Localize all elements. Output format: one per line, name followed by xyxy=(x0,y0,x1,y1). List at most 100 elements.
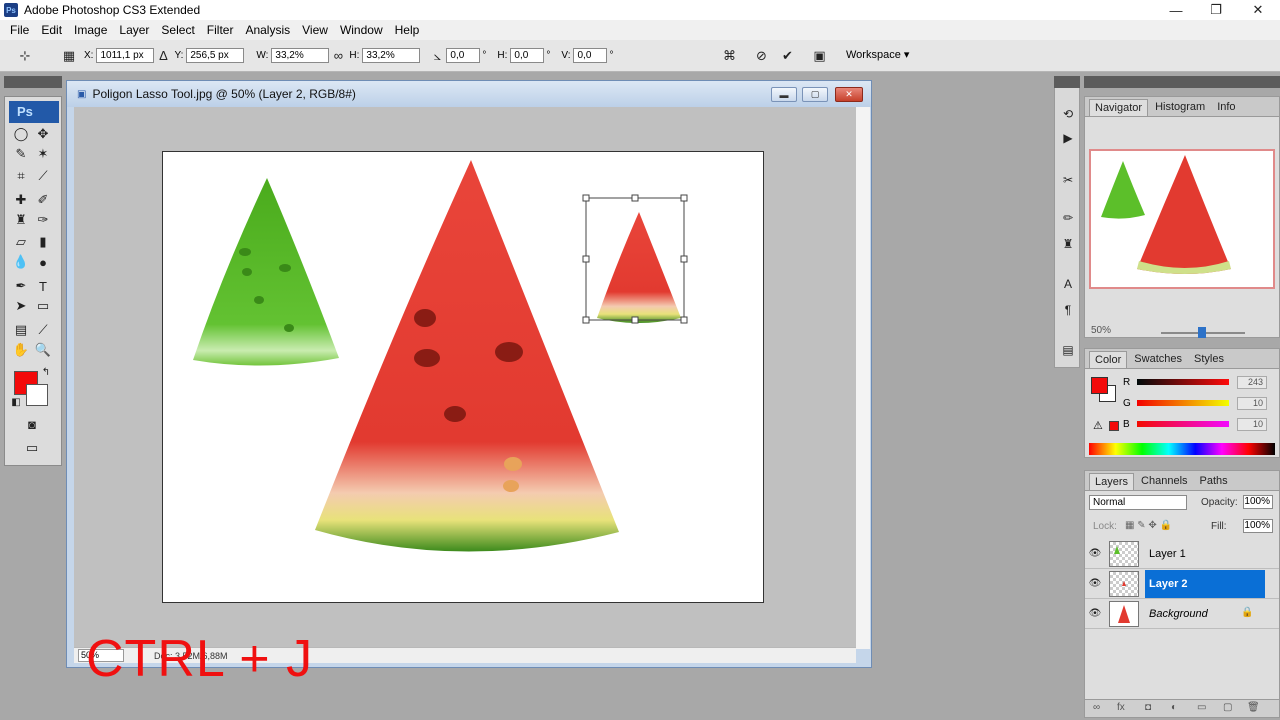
canvas[interactable] xyxy=(162,151,764,603)
layer-row[interactable]: 👁 Layer 2 xyxy=(1085,569,1279,599)
tab-color[interactable]: Color xyxy=(1089,351,1128,368)
default-colors-icon[interactable]: ◧ xyxy=(9,395,23,409)
vskew-field[interactable]: 0,0 xyxy=(573,48,608,63)
menu-image[interactable]: Image xyxy=(68,23,113,37)
quick-mask-icon[interactable]: ◙ xyxy=(22,415,42,433)
height-field[interactable]: 33,2% xyxy=(362,48,421,63)
move-tool-icon[interactable]: ✥ xyxy=(33,125,53,143)
gamut-warning-icon[interactable]: ⚠ xyxy=(1093,419,1103,432)
actions-panel-icon[interactable]: ▶ xyxy=(1059,129,1077,147)
cancel-transform-icon[interactable]: ⊘ xyxy=(752,47,770,65)
reference-point-icon[interactable]: ▦ xyxy=(60,47,78,65)
document-title-bar[interactable]: ▣ Poligon Lasso Tool.jpg @ 50% (Layer 2,… xyxy=(67,81,871,107)
background-color-swatch[interactable] xyxy=(26,384,48,406)
eraser-tool-icon[interactable]: ▱ xyxy=(11,233,31,251)
value-b[interactable]: 10 xyxy=(1237,417,1267,431)
crop-tool-icon[interactable]: ⌗ xyxy=(11,167,31,185)
lasso-tool-icon[interactable]: ✎ xyxy=(11,145,31,163)
link-layers-icon[interactable]: ∞ xyxy=(1093,702,1100,713)
slider-b[interactable] xyxy=(1137,421,1229,427)
slider-g[interactable] xyxy=(1137,400,1229,406)
menu-view[interactable]: View xyxy=(296,23,334,37)
bridge-icon[interactable]: ▣ xyxy=(810,47,828,65)
visibility-eye-icon[interactable]: 👁 xyxy=(1085,578,1105,589)
navigator-slider-thumb[interactable] xyxy=(1198,327,1206,338)
y-field[interactable]: 256,5 px xyxy=(186,48,245,63)
tool-presets-icon[interactable]: ✂ xyxy=(1059,171,1077,189)
rotate-field[interactable]: 0,0 xyxy=(446,48,481,63)
tab-paths[interactable]: Paths xyxy=(1195,473,1233,490)
brushes-panel-icon[interactable]: ✏ xyxy=(1059,209,1077,227)
clone-stamp-icon[interactable]: ♜ xyxy=(11,211,31,229)
warp-icon[interactable]: ⌘ xyxy=(720,47,738,65)
menu-file[interactable]: File xyxy=(4,23,35,37)
color-spectrum[interactable] xyxy=(1089,443,1275,455)
layer-mask-icon[interactable]: ◘ xyxy=(1145,702,1151,713)
history-brush-icon[interactable]: ✑ xyxy=(33,211,53,229)
layer-name[interactable]: Layer 2 xyxy=(1145,569,1265,598)
brush-tool-icon[interactable]: ✐ xyxy=(33,191,53,209)
navigator-preview[interactable] xyxy=(1089,149,1275,289)
dodge-tool-icon[interactable]: ● xyxy=(33,253,53,271)
move-tool-preset-icon[interactable]: ⊹ xyxy=(16,47,34,65)
layer-style-icon[interactable]: fx xyxy=(1117,702,1125,713)
menu-window[interactable]: Window xyxy=(334,23,389,37)
document-maximize-button[interactable]: ▢ xyxy=(802,87,828,102)
value-g[interactable]: 10 xyxy=(1237,396,1267,410)
panels-handle[interactable] xyxy=(1084,76,1280,88)
gradient-tool-icon[interactable]: ▮ xyxy=(33,233,53,251)
gamut-swatch[interactable] xyxy=(1109,421,1119,431)
tab-navigator[interactable]: Navigator xyxy=(1089,99,1149,116)
swap-colors-icon[interactable]: ↰ xyxy=(39,365,53,379)
marquee-tool-icon[interactable]: ◯ xyxy=(11,125,31,143)
link-icon[interactable]: ∞ xyxy=(329,47,347,65)
tab-swatches[interactable]: Swatches xyxy=(1129,351,1187,368)
pen-tool-icon[interactable]: ✒ xyxy=(11,277,31,295)
navigator-zoom[interactable]: 50% xyxy=(1091,325,1111,336)
type-tool-icon[interactable]: T xyxy=(33,277,53,295)
lock-icons[interactable]: ▦ ✎ ✥ 🔒 xyxy=(1125,520,1172,531)
slice-tool-icon[interactable]: ⟋ xyxy=(33,167,53,185)
menu-edit[interactable]: Edit xyxy=(35,23,68,37)
delete-layer-icon[interactable]: 🗑 xyxy=(1247,702,1260,713)
zoom-tool-icon[interactable]: 🔍 xyxy=(33,341,53,359)
restore-button[interactable]: ❐ xyxy=(1196,0,1236,20)
x-field[interactable]: 1011,1 px xyxy=(96,48,155,63)
menu-analysis[interactable]: Analysis xyxy=(239,23,296,37)
document-close-button[interactable]: ✕ xyxy=(835,87,863,102)
menu-layer[interactable]: Layer xyxy=(113,23,155,37)
healing-brush-icon[interactable]: ✚ xyxy=(11,191,31,209)
hand-tool-icon[interactable]: ✋ xyxy=(11,341,31,359)
visibility-eye-icon[interactable]: 👁 xyxy=(1085,548,1105,559)
vertical-scrollbar[interactable] xyxy=(856,107,870,649)
relative-position-icon[interactable]: Δ xyxy=(154,47,172,65)
new-layer-icon[interactable]: ▢ xyxy=(1223,702,1232,713)
layer-comps-icon[interactable]: ▤ xyxy=(1059,341,1077,359)
character-panel-icon[interactable]: A xyxy=(1059,275,1077,293)
paragraph-panel-icon[interactable]: ¶ xyxy=(1059,301,1077,319)
tab-layers[interactable]: Layers xyxy=(1089,473,1135,490)
visibility-eye-icon[interactable]: 👁 xyxy=(1085,608,1105,619)
eyedropper-icon[interactable]: ⟋ xyxy=(33,321,53,339)
adjustment-layer-icon[interactable]: ◐ xyxy=(1171,702,1177,713)
tab-styles[interactable]: Styles xyxy=(1189,351,1229,368)
workspace-menu[interactable]: Workspace ▾ xyxy=(846,48,909,61)
commit-transform-icon[interactable]: ✔ xyxy=(778,47,796,65)
layer-name[interactable]: Layer 1 xyxy=(1145,540,1265,568)
menu-filter[interactable]: Filter xyxy=(201,23,240,37)
layer-row[interactable]: 👁 Background 🔒 xyxy=(1085,599,1279,629)
tab-channels[interactable]: Channels xyxy=(1136,473,1192,490)
toolbox-handle[interactable] xyxy=(4,76,62,88)
history-panel-icon[interactable]: ⟲ xyxy=(1059,105,1077,123)
minimize-button[interactable]: — xyxy=(1156,0,1196,20)
fill-field[interactable]: 100% xyxy=(1243,519,1273,533)
shape-tool-icon[interactable]: ▭ xyxy=(33,297,53,315)
screen-mode-icon[interactable]: ▭ xyxy=(22,439,42,457)
blur-tool-icon[interactable]: 💧 xyxy=(11,253,31,271)
width-field[interactable]: 33,2% xyxy=(271,48,330,63)
menu-help[interactable]: Help xyxy=(389,23,426,37)
layer-row[interactable]: 👁 Layer 1 xyxy=(1085,539,1279,569)
notes-tool-icon[interactable]: ▤ xyxy=(11,321,31,339)
clone-source-icon[interactable]: ♜ xyxy=(1059,235,1077,253)
tab-info[interactable]: Info xyxy=(1212,99,1240,116)
